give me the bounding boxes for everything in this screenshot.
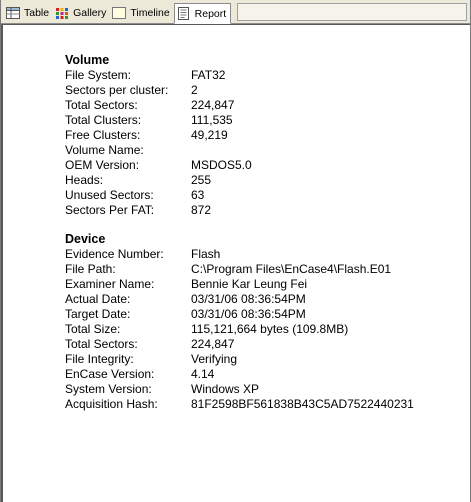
tab-timeline-label: Timeline [130, 7, 170, 19]
device-field-value: Windows XP [191, 382, 260, 396]
device-field-label: Examiner Name: [65, 277, 155, 291]
volume-field-value: 224,847 [191, 98, 235, 112]
volume-field-label: Sectors per cluster: [65, 83, 169, 97]
volume-field-value: 2 [191, 83, 198, 97]
device-field-value: 224,847 [191, 337, 235, 351]
device-row: Total Sectors: 224,847 [65, 337, 470, 352]
volume-heading: Volume [65, 53, 110, 67]
volume-field-value [191, 143, 470, 158]
volume-row: Total Clusters: 111,535 [65, 113, 470, 128]
device-field-value: Flash [191, 247, 221, 261]
device-row: Total Size: 115,121,664 bytes (109.8MB) [65, 322, 470, 337]
report-pane[interactable]: Volume File System: FAT32 Sectors per clus… [1, 24, 470, 502]
volume-field-label: Volume Name: [65, 143, 144, 157]
device-row: Examiner Name: Bennie Kar Leung Fei [65, 277, 470, 292]
device-field-label: File Integrity: [65, 352, 134, 366]
table-icon [6, 6, 21, 20]
gallery-icon [55, 7, 70, 20]
device-row: EnCase Version: 4.14 [65, 367, 470, 382]
volume-field-label: Unused Sectors: [65, 188, 154, 202]
volume-field-value: MSDOS5.0 [191, 158, 252, 172]
device-field-value: 81F2598BF561838B43C5AD7522440231 [191, 397, 414, 411]
volume-field-value: 63 [191, 188, 205, 202]
device-field-value: Bennie Kar Leung Fei [191, 277, 308, 291]
volume-row: Volume Name: [65, 143, 470, 158]
device-field-label: Total Size: [65, 322, 121, 336]
tab-timeline[interactable]: Timeline [110, 3, 173, 23]
volume-field-value: FAT32 [191, 68, 226, 82]
device-field-label: Evidence Number: [65, 247, 164, 261]
volume-field-label: Total Clusters: [65, 113, 142, 127]
device-field-label: Total Sectors: [65, 337, 138, 351]
tab-report[interactable]: Report [173, 3, 232, 24]
tab-table-label: Table [24, 7, 50, 19]
volume-row: Sectors Per FAT: 872 [65, 203, 470, 218]
timeline-icon [112, 6, 127, 20]
view-tab-bar: Table Gallery Timeline Report [1, 0, 470, 24]
device-field-label: Target Date: [65, 307, 131, 321]
device-field-label: Acquisition Hash: [65, 397, 158, 411]
volume-section: File System: FAT32 Sectors per cluster: 2 To… [65, 68, 470, 218]
device-row: File Integrity: Verifying [65, 352, 470, 367]
volume-field-label: Sectors Per FAT: [65, 203, 155, 217]
tab-table[interactable]: Table [4, 3, 53, 23]
tab-bar-filler [237, 3, 467, 21]
device-field-label: System Version: [65, 382, 152, 396]
device-field-value: 03/31/06 08:36:54PM [191, 292, 306, 306]
volume-row: OEM Version: MSDOS5.0 [65, 158, 470, 173]
device-row: Target Date: 03/31/06 08:36:54PM [65, 307, 470, 322]
tab-gallery[interactable]: Gallery [53, 3, 110, 23]
device-field-value: C:\Program Files\EnCase4\Flash.E01 [191, 262, 392, 276]
device-heading: Device [65, 232, 106, 246]
tab-gallery-label: Gallery [73, 7, 107, 19]
volume-row: File System: FAT32 [65, 68, 470, 83]
volume-field-label: Total Sectors: [65, 98, 138, 112]
device-row: Actual Date: 03/31/06 08:36:54PM [65, 292, 470, 307]
device-row: File Path: C:\Program Files\EnCase4\Flash… [65, 262, 470, 277]
device-field-value: Verifying [191, 352, 238, 366]
volume-row: Heads: 255 [65, 173, 470, 188]
device-field-value: 115,121,664 bytes (109.8MB) [191, 322, 349, 336]
device-section: Evidence Number: Flash File Path: C:\Progra… [65, 247, 470, 412]
device-field-label: EnCase Version: [65, 367, 155, 381]
volume-field-value: 111,535 [191, 113, 233, 127]
encase-view-window: Table Gallery Timeline Report Volume Fil… [0, 0, 471, 502]
device-row: Evidence Number: Flash [65, 247, 470, 262]
volume-row: Sectors per cluster: 2 [65, 83, 470, 98]
volume-field-value: 872 [191, 203, 212, 217]
volume-field-value: 49,219 [191, 128, 228, 142]
tab-report-label: Report [194, 7, 227, 20]
volume-field-value: 255 [191, 173, 212, 187]
device-row: Acquisition Hash: 81F2598BF561838B43C5AD7… [65, 397, 470, 412]
volume-field-label: Heads: [65, 173, 104, 187]
volume-field-label: File System: [65, 68, 132, 82]
device-row: System Version: Windows XP [65, 382, 470, 397]
device-field-label: File Path: [65, 262, 116, 276]
report-icon [177, 7, 192, 20]
volume-field-label: OEM Version: [65, 158, 140, 172]
volume-field-label: Free Clusters: [65, 128, 141, 142]
device-field-label: Actual Date: [65, 292, 131, 306]
volume-row: Total Sectors: 224,847 [65, 98, 470, 113]
report-content: Volume File System: FAT32 Sectors per clus… [65, 53, 470, 412]
volume-row: Free Clusters: 49,219 [65, 128, 470, 143]
volume-row: Unused Sectors: 63 [65, 188, 470, 203]
device-field-value: 4.14 [191, 367, 215, 381]
device-field-value: 03/31/06 08:36:54PM [191, 307, 306, 321]
